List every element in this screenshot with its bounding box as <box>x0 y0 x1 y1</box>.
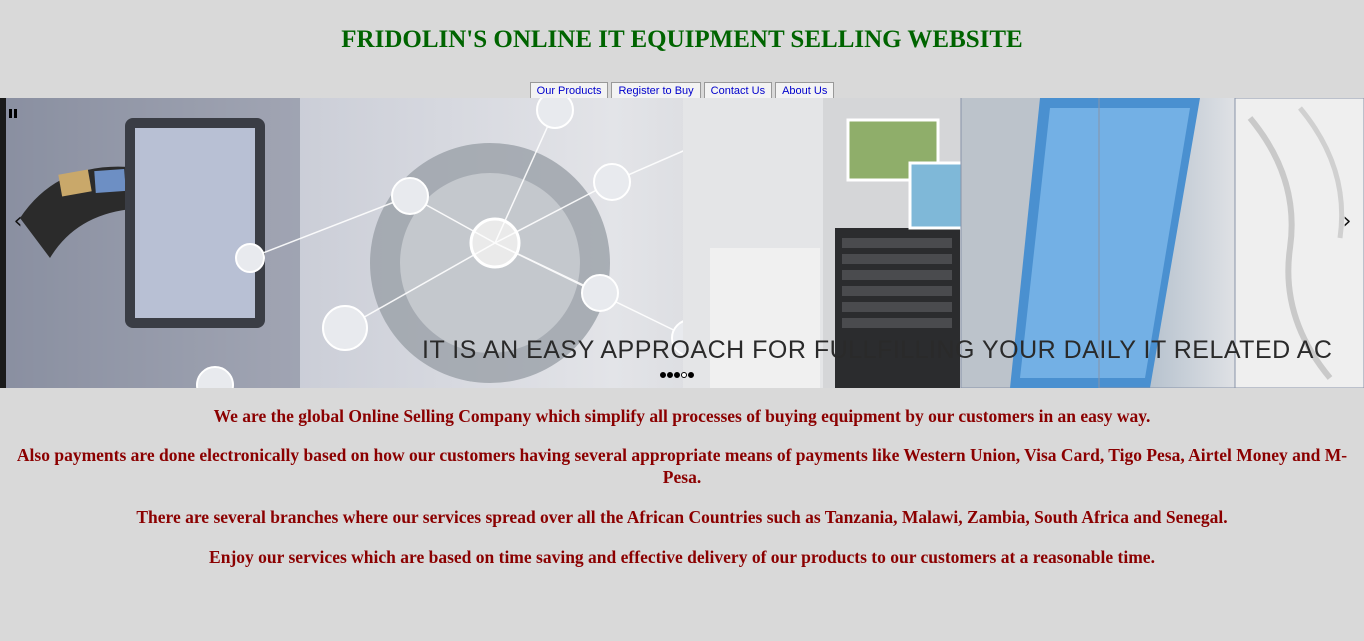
services-paragraph: Enjoy our services which are based on ti… <box>209 547 1155 567</box>
slide-dot[interactable] <box>688 372 694 378</box>
slide-dot[interactable] <box>667 372 673 378</box>
pause-icon[interactable] <box>8 108 18 119</box>
chevron-right-icon[interactable]: › <box>1337 210 1357 234</box>
branches-paragraph: There are several branches where our ser… <box>136 507 1228 527</box>
nav-our-products-button[interactable]: Our Products <box>529 82 609 99</box>
chevron-left-icon[interactable]: ‹ <box>8 210 28 234</box>
main-nav: Our Products Register to Buy Contact Us … <box>0 82 1364 99</box>
image-slider[interactable]: ‹ › IT IS AN EASY APPROACH FOR FULLFILLI… <box>0 98 1364 388</box>
nav-contact-button[interactable]: Contact Us <box>703 82 773 99</box>
slide-dot[interactable] <box>681 372 687 378</box>
slide-dot[interactable] <box>674 372 680 378</box>
intro-paragraph: We are the global Online Selling Company… <box>213 406 1151 426</box>
payments-paragraph: Also payments are done electronically ba… <box>16 445 1348 487</box>
nav-register-button[interactable]: Register to Buy <box>611 82 701 99</box>
slide-caption: IT IS AN EASY APPROACH FOR FULLFILLING Y… <box>422 336 1333 364</box>
site-title: FRIDOLIN'S ONLINE IT EQUIPMENT SELLING W… <box>341 26 1023 53</box>
main-content: We are the global Online Selling Company… <box>0 405 1364 568</box>
slide-dot[interactable] <box>660 372 666 378</box>
nav-about-button[interactable]: About Us <box>775 82 835 99</box>
slide-indicators <box>660 372 694 378</box>
